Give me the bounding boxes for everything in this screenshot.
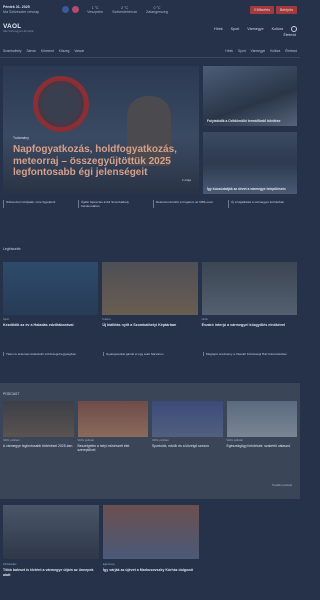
article-category: Sport bbox=[3, 318, 10, 321]
side-article-title[interactable]: Folytatódik a Celldömölki termálfürdő bő… bbox=[207, 119, 293, 123]
podcast-list: VAOL podcast A vármegye legfontosabb tör… bbox=[3, 401, 297, 453]
nav-item-lifestyle[interactable]: Életmód bbox=[284, 33, 296, 37]
podcast-label: PODCAST bbox=[3, 392, 20, 396]
podcast-image bbox=[3, 401, 74, 437]
article-card[interactable]: Hírek Évzáró interjú a vármegyei közgyűl… bbox=[201, 262, 297, 328]
hero-image-ring bbox=[33, 76, 89, 132]
article-image bbox=[201, 262, 297, 315]
podcast-image bbox=[77, 401, 148, 437]
main-nav: Hírek Sport Vármegye Kultúra bbox=[214, 26, 297, 32]
podcast-image bbox=[226, 401, 297, 437]
weather-widget: 1 °C Veszprém 2 °C Székesfehérvár 0 °C Z… bbox=[87, 6, 168, 14]
podcast-card[interactable]: VAOL podcast Egészségügyi kérdések: szak… bbox=[226, 401, 298, 453]
account-buttons: Előfizetés Belépés bbox=[250, 5, 297, 14]
subscribe-button[interactable]: Előfizetés bbox=[250, 5, 274, 14]
side-article[interactable]: Folytatódik a Celldömölki termálfürdő bő… bbox=[203, 66, 297, 126]
more-podcasts-link[interactable]: További podcast bbox=[272, 483, 292, 487]
podcast-image bbox=[152, 401, 223, 437]
sub-nav: Szombathely Sárvár Körmend Kőszeg Vasvár… bbox=[0, 44, 300, 58]
article-title[interactable]: Évzáró interjú a vármegyei közgyűlés eln… bbox=[202, 323, 297, 328]
nameday: Ma Szilveszter névnap bbox=[3, 9, 40, 14]
nav-item[interactable]: Vármegye bbox=[247, 27, 263, 31]
podcast-title[interactable]: A vármegye legfontosabb történései 2025-… bbox=[3, 444, 74, 448]
podcast-title[interactable]: Beszélgetés a helyi művészeti élet szere… bbox=[78, 444, 149, 453]
article-category: Egészség bbox=[103, 563, 115, 566]
subnav-item[interactable]: Szombathely bbox=[3, 49, 21, 53]
article-title[interactable]: Kezdődik az év a Haladás edzőtáborával bbox=[3, 323, 98, 328]
podcast-card[interactable]: VAOL podcast Beszélgetés a helyi művésze… bbox=[77, 401, 149, 453]
weather-item: 0 °C Zalaegerszeg bbox=[146, 5, 168, 14]
podcast-meta: VAOL podcast bbox=[152, 439, 169, 442]
podcast-card[interactable]: VAOL podcast A vármegye legfontosabb tör… bbox=[3, 401, 74, 453]
side-article-image bbox=[203, 132, 297, 194]
login-button[interactable]: Belépés bbox=[276, 5, 297, 14]
subnav-item[interactable]: Kultúra bbox=[270, 49, 280, 53]
weather-item: 1 °C Veszprém bbox=[87, 5, 104, 14]
headline-link[interactable]: Télen is érdemes kirándulni a Kőszegi-he… bbox=[3, 352, 97, 356]
article-title[interactable]: Több baleset is történt a vármegye útjai… bbox=[3, 568, 99, 577]
article-image bbox=[3, 262, 99, 315]
headline-links: Télen is érdemes kirándulni a Kőszegi-he… bbox=[3, 352, 297, 356]
podcast-meta: VAOL podcast bbox=[226, 439, 243, 442]
headline-link[interactable]: Újabb fejlesztés indul Szombathely belvá… bbox=[78, 200, 147, 208]
article-image bbox=[103, 505, 199, 559]
article-title[interactable]: Új kiállítás nyílt a Szombathelyi Képtár… bbox=[102, 323, 197, 328]
podcast-title[interactable]: Egészségügyi kérdések: szakértő válaszol bbox=[227, 444, 298, 448]
subnav-item[interactable]: Kőszeg bbox=[59, 49, 70, 53]
article-image bbox=[3, 505, 99, 559]
top-bar: Péntek 31. 2025 Ma Szilveszter névnap 1 … bbox=[0, 0, 300, 19]
section-title: Legfrissebb bbox=[3, 247, 21, 251]
page: Péntek 31. 2025 Ma Szilveszter névnap 1 … bbox=[0, 0, 300, 600]
side-article-title[interactable]: Így búcsúztatják az óévet a vármegye tel… bbox=[207, 187, 293, 191]
subnav-item[interactable]: Sport bbox=[238, 49, 246, 53]
subnav-item[interactable]: Életmód bbox=[285, 49, 297, 53]
main-header: VAOL Vas Vármegyei Hírportál Hírek Sport… bbox=[0, 19, 300, 39]
article-title[interactable]: Így várják az újévet a Markusovszky Kórh… bbox=[103, 568, 199, 573]
subnav-item[interactable]: Hírek bbox=[225, 49, 233, 53]
article-card[interactable]: Kultúra Új kiállítás nyílt a Szombathely… bbox=[102, 262, 198, 328]
article-card[interactable]: Sport Kezdődik az év a Haladás edzőtábor… bbox=[3, 262, 99, 328]
podcast-card[interactable]: VAOL podcast Sportolók, edzők és a közel… bbox=[152, 401, 223, 453]
latest-articles: Sport Kezdődik az év a Haladás edzőtábor… bbox=[3, 262, 297, 328]
subnav-item[interactable]: Körmend bbox=[41, 49, 54, 53]
subnav-right: Hírek Sport Vármegye Kultúra Életmód bbox=[225, 49, 297, 53]
headline-link[interactable]: Rekordot döntött a forgalom az M86-oson bbox=[153, 200, 222, 208]
social-links bbox=[62, 6, 80, 13]
hero-title[interactable]: Napfogyatkozás, holdfogyatkozás, meteorr… bbox=[13, 144, 195, 179]
side-article[interactable]: Így búcsúztatják az óévet a vármegye tel… bbox=[203, 132, 297, 194]
hero-article[interactable]: Tudomány Napfogyatkozás, holdfogyatkozás… bbox=[3, 66, 199, 194]
headline-link[interactable]: Gyalogosokat gázolt el egy autó Sárváron bbox=[103, 352, 197, 356]
hero-category: Tudomány bbox=[13, 136, 29, 140]
nav-item[interactable]: Sport bbox=[231, 27, 240, 31]
weather-item: 2 °C Székesfehérvár bbox=[112, 5, 138, 14]
article-category: Hírek bbox=[201, 318, 208, 321]
subnav-item[interactable]: Vasvár bbox=[74, 49, 84, 53]
headline-link[interactable]: Szilveszteri tűzijáték: mire figyeljünk bbox=[3, 200, 72, 208]
article-category: Kultúra bbox=[102, 318, 111, 321]
bottom-articles: Közlekedés Több baleset is történt a vár… bbox=[3, 505, 203, 577]
podcast-title[interactable]: Sportolók, edzők és a közelgő szezon bbox=[152, 444, 223, 448]
date-block: Péntek 31. 2025 Ma Szilveszter névnap bbox=[3, 5, 39, 14]
subnav-item[interactable]: Sárvár bbox=[26, 49, 35, 53]
side-article-image bbox=[203, 66, 297, 126]
article-card[interactable]: Egészség Így várják az újévet a Markusov… bbox=[103, 505, 199, 577]
headline-link[interactable]: Meglepő eredmény a Vasvári Közösségi Ház… bbox=[203, 352, 297, 356]
article-image bbox=[102, 262, 198, 315]
headline-links: Szilveszteri tűzijáték: mire figyeljünk … bbox=[3, 200, 297, 208]
nav-item[interactable]: Hírek bbox=[214, 27, 223, 31]
headline-link[interactable]: Új szolgáltatás a vármegyei kórházban bbox=[228, 200, 297, 208]
hero-time: 2 órája bbox=[181, 178, 191, 182]
podcast-meta: VAOL podcast bbox=[77, 439, 94, 442]
podcast-meta: VAOL podcast bbox=[3, 439, 20, 442]
instagram-icon[interactable] bbox=[72, 6, 80, 13]
site-logo[interactable]: VAOL Vas Vármegyei Hírportál bbox=[3, 23, 33, 34]
subnav-item[interactable]: Vármegye bbox=[251, 49, 266, 53]
nav-item[interactable]: Kultúra bbox=[272, 27, 283, 31]
article-category: Közlekedés bbox=[3, 563, 17, 566]
article-card[interactable]: Közlekedés Több baleset is történt a vár… bbox=[3, 505, 99, 577]
facebook-icon[interactable] bbox=[62, 6, 70, 13]
search-icon[interactable] bbox=[291, 26, 297, 32]
podcast-section: PODCAST VAOL podcast A vármegye legfonto… bbox=[0, 383, 300, 499]
